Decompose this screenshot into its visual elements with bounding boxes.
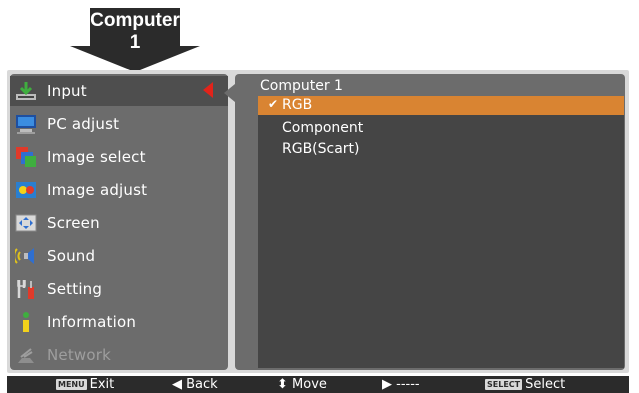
check-icon: ✔ (268, 97, 279, 111)
select-key-icon: SELECT (485, 379, 523, 390)
option-component[interactable]: Component (258, 119, 624, 138)
select-label: Select (525, 377, 566, 392)
information-icon (23, 312, 29, 332)
pc-adjust-icon (16, 115, 36, 134)
menu-item-image-adjust[interactable]: Image adjust (10, 175, 228, 205)
menu-item-label: PC adjust (47, 115, 120, 133)
move-hint[interactable]: ⬍ Move (277, 377, 327, 392)
next-hint[interactable]: ▶ ----- (382, 377, 420, 392)
menu-item-label: Sound (47, 247, 96, 265)
badge-line1: Computer (90, 10, 180, 31)
submenu-title: Computer 1 (260, 78, 343, 94)
setting-icon (17, 280, 34, 299)
input-option-list: ✔ RGB Component RGB(Scart) (258, 96, 624, 368)
option-rgb-scart[interactable]: RGB(Scart) (258, 140, 624, 159)
help-bar: MENU Exit ◀ Back ⬍ Move ▶ ----- SELECT Sel… (7, 376, 629, 393)
menu-item-label: Image select (47, 148, 146, 166)
chevron-left-icon (203, 82, 213, 98)
menu-item-label: Input (47, 82, 87, 100)
menu-item-label: Information (47, 313, 137, 331)
select-hint[interactable]: SELECT Select (485, 377, 565, 392)
option-label: Component (282, 120, 364, 136)
menu-item-label: Image adjust (47, 181, 148, 199)
exit-hint[interactable]: MENU Exit (56, 377, 114, 392)
screen-icon (15, 214, 37, 232)
network-icon (18, 348, 34, 363)
menu-item-input[interactable]: Input (10, 76, 228, 106)
image-adjust-icon (16, 182, 36, 198)
badge-line2: 1 (129, 32, 141, 53)
menu-item-setting[interactable]: Setting (10, 274, 228, 304)
menu-item-sound[interactable]: Sound (10, 241, 228, 271)
menu-key-icon: MENU (56, 379, 87, 390)
menu-item-label: Setting (47, 280, 103, 298)
option-label: RGB(Scart) (282, 141, 360, 157)
menu-item-image-select[interactable]: Image select (10, 142, 228, 172)
pane-pointer (224, 84, 235, 102)
menu-item-network: Network (10, 340, 228, 370)
menu-item-label: Screen (47, 214, 100, 232)
exit-label: Exit (89, 377, 115, 392)
image-select-icon (16, 147, 36, 167)
menu-item-screen[interactable]: Screen (10, 208, 228, 238)
menu-item-information[interactable]: Information (10, 307, 228, 337)
menu-item-pc-adjust[interactable]: PC adjust (10, 109, 228, 139)
option-label: RGB (282, 97, 313, 113)
back-hint[interactable]: ◀ Back (172, 377, 218, 392)
option-rgb[interactable]: ✔ RGB (258, 96, 624, 115)
main-menu: Input PC adjust Image select Image adjus… (10, 74, 228, 370)
sound-icon (15, 248, 34, 264)
menu-item-label: Network (47, 346, 112, 364)
input-icon (16, 82, 36, 100)
source-badge: Computer 1 (70, 8, 200, 72)
